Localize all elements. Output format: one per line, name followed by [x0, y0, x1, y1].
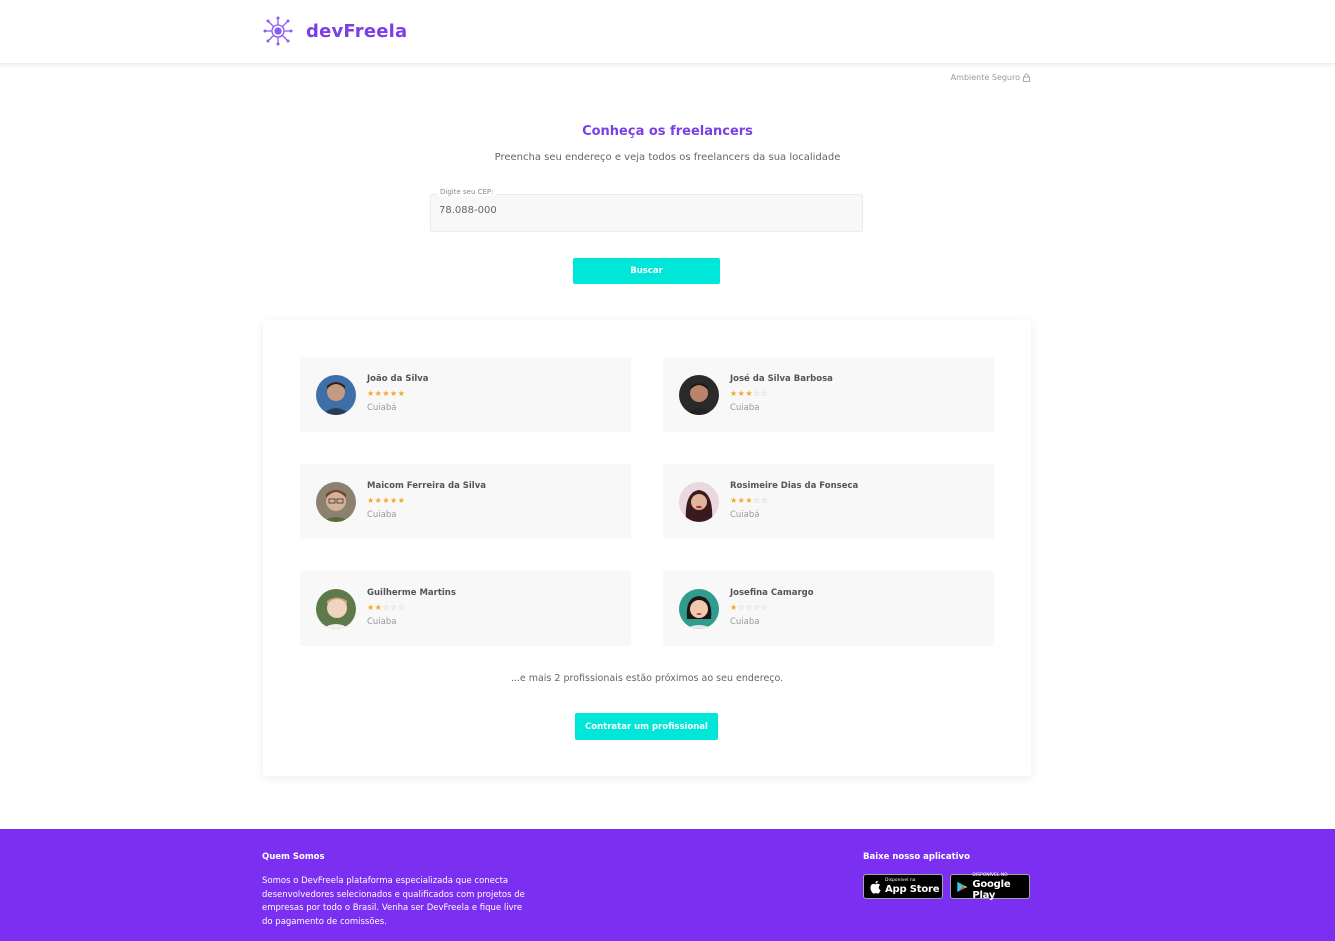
- avatar: [679, 589, 719, 629]
- rating-stars: ★★★★★: [367, 389, 405, 399]
- freelancer-city: Cuiaba: [730, 617, 760, 627]
- freelancer-card[interactable]: Josefina Camargo ★☆☆☆☆ Cuiaba: [663, 571, 994, 646]
- freelancer-city: Cuiaba: [367, 510, 397, 520]
- star-filled-icon: ★: [397, 496, 406, 505]
- freelancers-panel: João da Silva ★★★★★ Cuiabá José da Silva…: [263, 320, 1031, 776]
- freelancer-card[interactable]: Maicom Ferreira da Silva ★★★★★ Cuiaba: [300, 464, 631, 539]
- hire-professional-button[interactable]: Contratar um profissional: [575, 713, 718, 740]
- app-store-badge[interactable]: Disponível na App Store: [863, 874, 943, 899]
- star-filled-icon: ★: [730, 389, 738, 398]
- star-empty-icon: ☆: [753, 389, 761, 398]
- app-download-title: Baixe nosso aplicativo: [863, 852, 970, 862]
- avatar: [316, 589, 356, 629]
- apple-icon: [870, 880, 881, 894]
- secure-label: Ambiente Seguro: [950, 73, 1020, 82]
- page-title: Conheça os freelancers: [582, 124, 753, 139]
- star-empty-icon: ☆: [753, 603, 761, 612]
- freelancer-city: Cuiaba: [367, 617, 397, 627]
- star-empty-icon: ☆: [753, 496, 761, 505]
- star-filled-icon: ★: [730, 603, 738, 612]
- google-play-badge[interactable]: DISPONÍVEL NO Google Play: [950, 873, 1030, 901]
- star-empty-icon: ☆: [745, 603, 754, 612]
- freelancer-city: Cuiabá: [367, 403, 397, 413]
- more-professionals-text: ...e mais 2 profissionais estão próximos…: [510, 673, 784, 684]
- lock-icon: [1023, 73, 1030, 82]
- star-empty-icon: ☆: [760, 496, 769, 505]
- freelancer-name: Maicom Ferreira da Silva: [367, 481, 486, 491]
- about-text: Somos o DevFreela plataforma especializa…: [262, 876, 525, 927]
- cep-label: Digite seu CEP:: [438, 188, 496, 196]
- freelancer-name: Rosimeire Dias da Fonseca: [730, 481, 859, 491]
- google-play-text: Google Play: [972, 878, 1011, 901]
- freelancer-city: Cuiabá: [730, 510, 760, 520]
- star-empty-icon: ☆: [390, 603, 398, 612]
- site-footer: Quem Somos Somos o DevFreela plataforma …: [0, 829, 1335, 941]
- rating-stars: ★★★☆☆: [730, 389, 768, 399]
- site-header: devFreela: [0, 0, 1335, 64]
- freelancer-city: Cuiaba: [730, 403, 760, 413]
- search-button[interactable]: Buscar: [573, 258, 720, 284]
- cep-input[interactable]: [439, 205, 849, 216]
- app-store-text: App Store: [885, 884, 940, 895]
- freelancer-name: Guilherme Martins: [367, 588, 456, 598]
- gear-circuit-logo-icon: [263, 16, 293, 46]
- star-filled-icon: ★: [382, 389, 391, 398]
- freelancer-card[interactable]: Rosimeire Dias da Fonseca ★★★☆☆ Cuiabá: [663, 464, 994, 539]
- avatar: [316, 482, 356, 522]
- rating-stars: ★★★☆☆: [730, 496, 768, 506]
- avatar: [679, 482, 719, 522]
- star-empty-icon: ☆: [397, 603, 406, 612]
- freelancer-card[interactable]: José da Silva Barbosa ★★★☆☆ Cuiaba: [663, 357, 994, 432]
- star-filled-icon: ★: [730, 496, 738, 505]
- star-filled-icon: ★: [397, 389, 406, 398]
- star-empty-icon: ☆: [760, 389, 769, 398]
- star-filled-icon: ★: [367, 603, 375, 612]
- freelancer-name: João da Silva: [367, 374, 429, 384]
- rating-stars: ★☆☆☆☆: [730, 603, 768, 613]
- star-filled-icon: ★: [367, 389, 375, 398]
- freelancer-name: Josefina Camargo: [730, 588, 814, 598]
- star-filled-icon: ★: [745, 389, 754, 398]
- rating-stars: ★★★★★: [367, 496, 405, 506]
- avatar: [679, 375, 719, 415]
- brand-name: devFreela: [306, 20, 408, 42]
- brand-logo[interactable]: devFreela: [262, 13, 407, 49]
- star-empty-icon: ☆: [382, 603, 391, 612]
- freelancer-card[interactable]: Guilherme Martins ★★☆☆☆ Cuiaba: [300, 571, 631, 646]
- freelancer-name: José da Silva Barbosa: [730, 374, 833, 384]
- star-filled-icon: ★: [745, 496, 754, 505]
- page-subtitle: Preencha seu endereço e veja todos os fr…: [494, 152, 841, 163]
- secure-environment-indicator: Ambiente Seguro: [951, 73, 1030, 82]
- freelancer-card[interactable]: João da Silva ★★★★★ Cuiabá: [300, 357, 631, 432]
- rating-stars: ★★☆☆☆: [367, 603, 405, 613]
- google-play-icon: [957, 881, 968, 892]
- star-filled-icon: ★: [367, 496, 375, 505]
- star-empty-icon: ☆: [760, 603, 769, 612]
- star-filled-icon: ★: [390, 389, 398, 398]
- star-filled-icon: ★: [382, 496, 391, 505]
- cep-field[interactable]: [430, 194, 863, 232]
- about-title: Quem Somos: [262, 852, 325, 862]
- star-filled-icon: ★: [390, 496, 398, 505]
- avatar: [316, 375, 356, 415]
